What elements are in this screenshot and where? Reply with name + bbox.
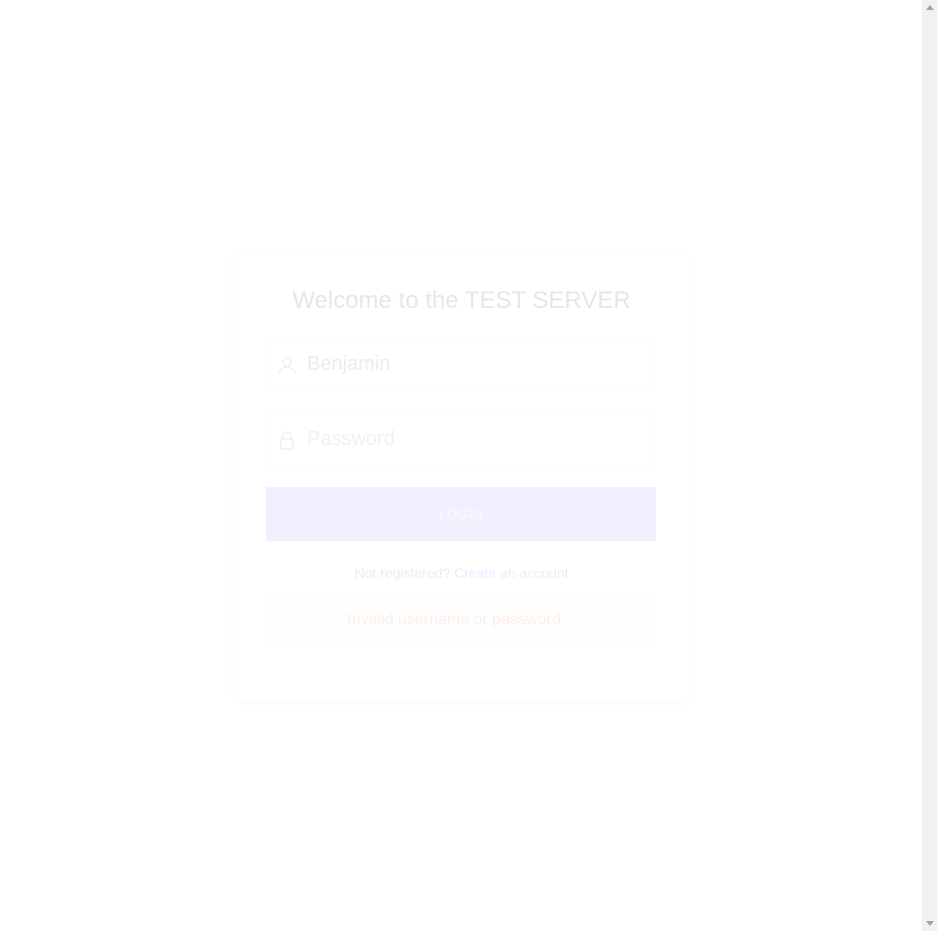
scroll-down-icon[interactable] xyxy=(926,921,934,926)
error-message: Invalid username or password xyxy=(266,593,656,647)
username-value: Benjamin xyxy=(307,353,391,375)
password-field[interactable]: Password xyxy=(266,413,654,465)
password-placeholder: Password xyxy=(307,428,395,450)
user-icon xyxy=(278,357,296,375)
scrollbar[interactable] xyxy=(922,0,937,931)
page-title: Welcome to the TEST SERVER xyxy=(292,287,631,314)
register-text: Not registered? xyxy=(354,565,451,581)
username-field[interactable]: Benjamin xyxy=(266,338,654,390)
scroll-up-icon[interactable] xyxy=(926,5,934,10)
login-card: Welcome to the TEST SERVER Benjamin Pass… xyxy=(233,253,690,700)
create-account-link[interactable]: Create an account xyxy=(454,565,568,581)
login-button[interactable]: LOGIN xyxy=(266,487,656,541)
lock-icon xyxy=(280,431,294,450)
register-prompt: Not registered? Create an account xyxy=(233,565,690,581)
